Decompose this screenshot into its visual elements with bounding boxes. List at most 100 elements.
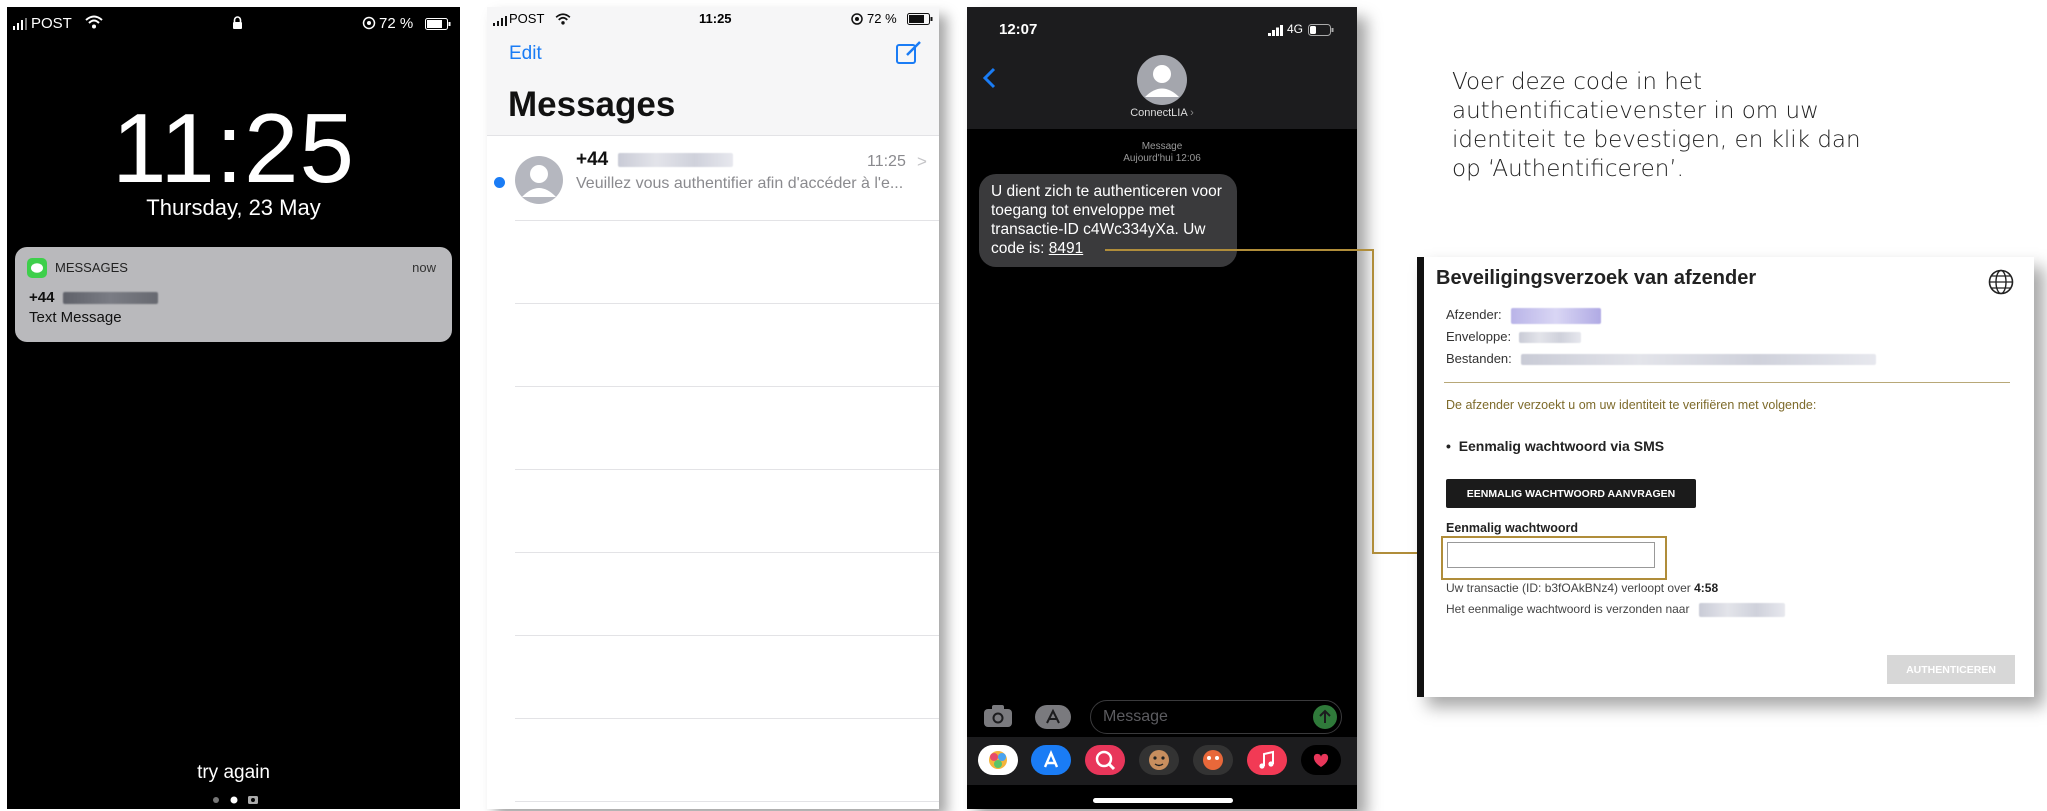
contact-name[interactable]: ConnectLIA › bbox=[967, 107, 1357, 119]
redacted-files bbox=[1521, 354, 1877, 366]
camera-icon[interactable] bbox=[983, 704, 1013, 733]
divider bbox=[515, 220, 939, 221]
message-input-placeholder: Message bbox=[1103, 708, 1168, 725]
otp-field-highlight bbox=[1441, 536, 1667, 580]
chevron-right-icon: > bbox=[917, 152, 927, 171]
status-time: 11:25 bbox=[699, 11, 732, 26]
instruction-text: Voer deze code in het authentificatieven… bbox=[1452, 69, 1861, 182]
home-indicator bbox=[1093, 798, 1233, 803]
authenticate-button[interactable]: AUTHENTICEREN bbox=[1887, 655, 2015, 684]
divider bbox=[515, 552, 939, 553]
list-item-preview: Veuillez vous authentifier afin d'accéde… bbox=[576, 175, 904, 192]
redacted-sender bbox=[1511, 307, 1602, 324]
transaction-expiry-text: Uw transactie (ID: b3fOAkBNz4) verloopt … bbox=[1446, 581, 1719, 595]
send-icon[interactable] bbox=[1312, 704, 1338, 735]
files-row: Bestanden: bbox=[1446, 351, 1877, 366]
message-bubble: U dient zich te authenticeren voor toega… bbox=[979, 174, 1237, 267]
contact-avatar[interactable] bbox=[1137, 55, 1187, 110]
expiry-countdown: 4:58 bbox=[1694, 581, 1719, 595]
battery-icon bbox=[425, 17, 451, 34]
divider bbox=[515, 469, 939, 470]
try-again-label: try again bbox=[197, 762, 270, 783]
divider bbox=[487, 135, 939, 136]
otp-code[interactable]: 8491 bbox=[1049, 240, 1083, 257]
notification-body: Text Message bbox=[29, 309, 122, 326]
compose-icon[interactable] bbox=[895, 39, 923, 70]
music-icon[interactable] bbox=[1247, 745, 1287, 775]
divider bbox=[515, 718, 939, 719]
lock-date: Thursday, 23 May bbox=[146, 195, 321, 220]
otp-method-item: • Eenmalig wachtwoord via SMS bbox=[1446, 438, 1665, 454]
redacted-number bbox=[62, 292, 158, 305]
sender-row: Afzender: bbox=[1446, 307, 1602, 324]
redacted-envelope bbox=[1518, 332, 1581, 344]
network-label: 4G bbox=[1287, 22, 1304, 36]
battery-percent: 72 % bbox=[379, 15, 414, 32]
divider bbox=[1444, 382, 2010, 383]
lock-icon bbox=[232, 16, 243, 33]
otp-sent-text: Het eenmalige wachtwoord is verzonden na… bbox=[1446, 602, 1785, 617]
carrier-label: POST bbox=[509, 11, 545, 26]
list-item-sender: +44 bbox=[576, 149, 733, 171]
redacted-number bbox=[617, 152, 733, 167]
list-item-time: 11:25 bbox=[867, 153, 906, 170]
messages-header: POST 11:25 72 % Edit Messages bbox=[487, 7, 939, 135]
wifi-icon bbox=[555, 12, 571, 30]
bullet: • bbox=[1446, 438, 1459, 454]
connector-line bbox=[1372, 249, 1374, 553]
dialog-title: Beveiligingsverzoek van afzender bbox=[1436, 267, 1757, 289]
notification-app-name: MESSAGES bbox=[55, 260, 128, 275]
conversation-screen: 12:07 4G ConnectLIA › Message Aujourd'hu… bbox=[967, 7, 1357, 809]
lock-screen: POST 72 % 11:25 Thursday, 23 May MESSAGE… bbox=[7, 7, 460, 809]
app-store-icon[interactable] bbox=[1031, 745, 1071, 775]
message-notification[interactable]: MESSAGES now +44 Text Message bbox=[15, 247, 452, 342]
redacted-phone bbox=[1698, 602, 1785, 617]
back-chevron-icon[interactable] bbox=[982, 67, 996, 94]
messages-list-screen: POST 11:25 72 % Edit Messages +44 11:25 … bbox=[487, 7, 939, 809]
message-timestamp: Message Aujourd'hui 12:06 bbox=[1123, 141, 1201, 164]
message-input[interactable]: Message bbox=[1090, 700, 1342, 734]
divider bbox=[515, 635, 939, 636]
notification-sender: +44 bbox=[29, 289, 158, 306]
lock-clock: 11:25 bbox=[112, 93, 355, 203]
otp-field-label: Eenmalig wachtwoord bbox=[1446, 521, 1578, 535]
connector-line bbox=[1105, 249, 1373, 251]
divider bbox=[515, 801, 939, 802]
page-title: Messages bbox=[508, 85, 676, 124]
signal-icon bbox=[493, 13, 507, 31]
avatar bbox=[514, 155, 564, 210]
globe-icon[interactable] bbox=[1988, 269, 2014, 300]
conversation-list-item[interactable]: +44 11:25 > Veuillez vous authentifier a… bbox=[487, 143, 939, 223]
photos-icon[interactable] bbox=[978, 745, 1018, 775]
orientation-lock-icon bbox=[851, 12, 863, 30]
orientation-lock-icon bbox=[362, 16, 376, 34]
status-time: 12:07 bbox=[999, 21, 1038, 38]
divider bbox=[515, 303, 939, 304]
images-search-icon[interactable] bbox=[1085, 745, 1125, 775]
verification-request-text: De afzender verzoekt u om uw identiteit … bbox=[1446, 398, 1817, 412]
request-otp-button[interactable]: EENMALIG WACHTWOORD AANVRAGEN bbox=[1446, 479, 1696, 508]
auth-dialog: Beveiligingsverzoek van afzender Afzende… bbox=[1417, 257, 2034, 697]
notification-time: now bbox=[412, 260, 436, 275]
digital-touch-icon[interactable] bbox=[1301, 745, 1341, 775]
signal-icon bbox=[13, 17, 27, 34]
memoji-icon[interactable] bbox=[1139, 745, 1179, 775]
memoji-stickers-icon[interactable] bbox=[1193, 745, 1233, 775]
divider bbox=[515, 386, 939, 387]
wifi-icon bbox=[85, 15, 103, 33]
signal-icon bbox=[1268, 23, 1284, 41]
unread-dot bbox=[494, 177, 505, 188]
messages-app-icon bbox=[27, 258, 47, 278]
app-drawer bbox=[967, 737, 1357, 785]
carrier-label: POST bbox=[31, 15, 72, 32]
status-bar: POST 72 % bbox=[7, 15, 460, 39]
envelope-row: Enveloppe: bbox=[1446, 329, 1581, 344]
battery-icon bbox=[907, 12, 933, 30]
otp-input[interactable] bbox=[1447, 542, 1655, 568]
app-store-icon[interactable] bbox=[1035, 705, 1071, 734]
page-indicator bbox=[210, 793, 260, 811]
edit-button[interactable]: Edit bbox=[509, 43, 542, 65]
battery-icon bbox=[1308, 23, 1334, 41]
conversation-header: 12:07 4G ConnectLIA › bbox=[967, 7, 1357, 129]
battery-percent: 72 % bbox=[867, 11, 897, 26]
